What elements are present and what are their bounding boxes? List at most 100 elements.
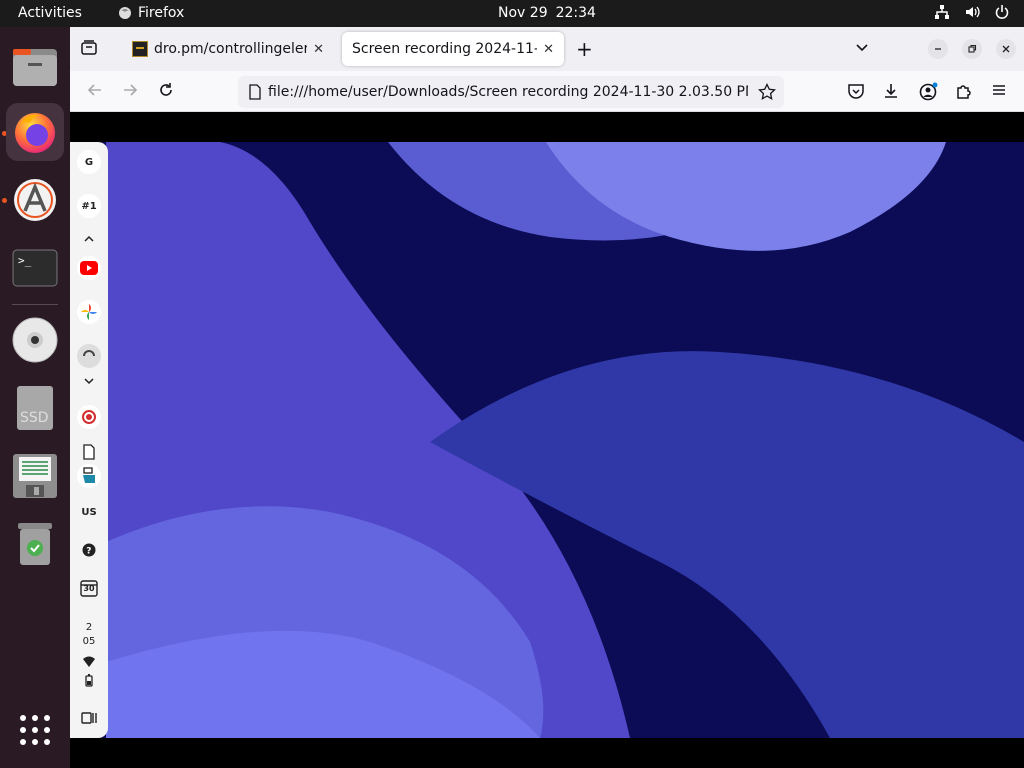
floppy-icon [13,454,57,498]
grid-icon [20,715,50,745]
show-applications-button[interactable] [6,701,64,759]
overview-icon [81,712,97,724]
download-icon [885,84,897,98]
tab-count-label: #1 [81,200,97,212]
chevron-down-icon [84,378,94,385]
reload-button[interactable] [157,81,175,103]
system-tray[interactable] [934,4,1010,20]
recorded-side-panel: G #1 US ? 30 2 05 [70,142,108,738]
dock-files[interactable] [6,37,64,95]
dock-software[interactable] [6,171,64,229]
google-icon: G [77,150,101,174]
new-tab-button[interactable]: + [576,37,593,61]
app-store-icon [14,179,56,221]
arrow-left-icon [87,84,101,96]
terminal-favicon-icon [132,41,148,57]
svg-text:?: ? [86,547,91,557]
back-button[interactable] [86,81,104,103]
trash-icon [18,523,52,565]
restore-button[interactable] [962,39,982,59]
dock-trash[interactable] [6,515,64,573]
tab-dropm[interactable]: dro.pm/controllingelern ✕ [122,32,334,66]
tab-bar: dro.pm/controllingelern ✕ Screen recordi… [70,27,1024,71]
battery-icon [85,674,93,687]
minimize-icon [935,48,941,50]
close-tab-icon[interactable]: ✕ [543,42,554,57]
plus-icon: + [576,37,593,61]
youtube-icon [77,256,101,280]
help-icon: ? [77,538,101,562]
extensions-button[interactable] [955,82,973,104]
clock-date: Nov 29 [498,5,548,21]
list-all-tabs-button[interactable] [854,39,870,59]
dock-floppy[interactable] [6,447,64,505]
menu-button[interactable] [991,82,1007,102]
svg-text:>_: >_ [18,254,32,267]
cd-icon [12,317,58,363]
puzzle-icon [957,85,971,99]
clock-hour: 2 [85,622,93,633]
wallpaper [70,142,1024,738]
wifi-icon [83,656,95,667]
nav-bar: file:///home/user/Downloads/Screen recor… [70,71,1024,112]
dock-ssd[interactable]: SSD [6,379,64,437]
minimize-button[interactable] [928,39,948,59]
calendar-icon: 30 [77,576,101,600]
keyboard-layout-label: US [81,506,97,518]
top-bar: Activities Firefox Nov 29 22:34 [0,0,1024,27]
tab-title: Screen recording 2024-11-3 [352,41,538,57]
bookmark-star-button[interactable] [758,82,776,105]
firefox-icon [15,113,55,153]
pocket-button[interactable] [847,82,865,104]
account-icon [919,82,938,101]
tab-title: dro.pm/controllingelern [154,41,308,57]
pocket-icon [848,84,864,99]
record-icon [77,405,101,429]
power-icon [995,5,1009,19]
firefox-view-button[interactable] [80,39,98,61]
loading-icon [77,344,101,368]
hamburger-icon [993,85,1005,95]
chevron-up-icon [84,235,94,242]
firefox-view-icon [81,40,97,55]
recorded-desktop-frame: G #1 US ? 30 2 05 [70,142,1024,738]
url-bar[interactable]: file:///home/user/Downloads/Screen recor… [238,76,784,108]
letterbox-bottom [70,738,1024,768]
star-icon [758,82,776,100]
dock-separator [12,304,58,305]
dock-firefox[interactable] [6,103,64,161]
reload-icon [160,83,172,96]
network-icon [935,5,949,19]
dock-terminal[interactable]: >_ [6,239,64,297]
account-button[interactable] [919,82,939,106]
close-tab-icon[interactable]: ✕ [313,42,324,57]
file-icon [83,444,95,460]
volume-icon [966,6,980,18]
close-icon [1002,45,1010,53]
chevron-down-icon [856,44,868,52]
file-icon [249,84,261,100]
clock-minute: 05 [82,636,96,647]
downloads-button[interactable] [882,82,900,104]
close-window-button[interactable] [996,39,1016,59]
arrow-right-icon [124,84,138,96]
dock: >_ SSD [0,27,70,768]
terminal-icon: >_ [12,249,58,287]
calendar-day: 30 [83,584,95,593]
svg-text:SSD: SSD [20,410,49,426]
pinwheel-icon [77,300,101,324]
tab-screen-recording[interactable]: Screen recording 2024-11-3 ✕ [342,32,564,66]
clock-time: 22:34 [555,5,596,21]
keyboard-layout-badge: US [77,500,101,524]
camera-app-icon [77,464,101,488]
video-player[interactable]: G #1 US ? 30 2 05 [70,112,1024,768]
folder-icon [13,49,57,86]
clock[interactable]: Nov 29 22:34 [0,5,1024,21]
url-text: file:///home/user/Downloads/Screen recor… [268,84,748,100]
firefox-window: dro.pm/controllingelern ✕ Screen recordi… [70,27,1024,768]
tab-count-badge: #1 [77,194,101,218]
dock-disc[interactable] [6,311,64,369]
ssd-icon: SSD [17,386,53,430]
google-label: G [84,156,94,168]
forward-button[interactable] [121,81,139,103]
